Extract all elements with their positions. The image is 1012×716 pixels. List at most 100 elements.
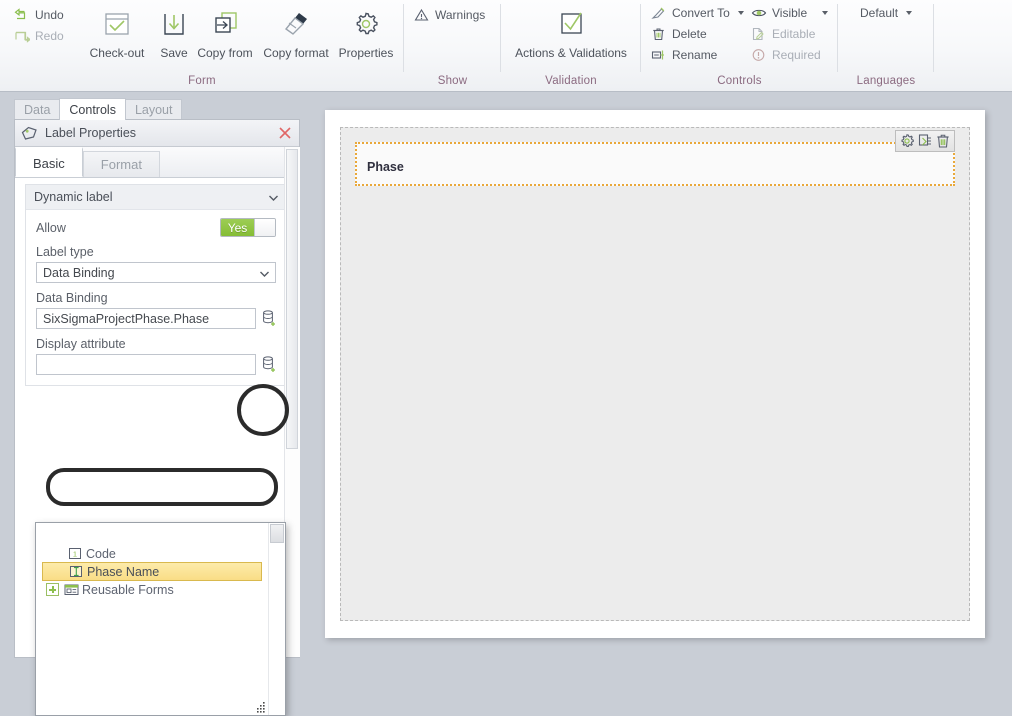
redo-button[interactable]: Redo [14,29,64,43]
ribbon-group-controls-label: Controls [717,75,762,87]
panel-scrollbar-thumb[interactable] [286,149,298,449]
label-tag-icon [21,126,38,141]
check-out-label: Check-out [89,46,145,60]
required-label: Required [772,48,821,62]
check-out-icon [82,4,152,44]
tree-item-reusable-forms-label: Reusable Forms [82,582,174,597]
text-attribute-icon [69,565,83,578]
convert-to-icon [651,6,667,20]
close-icon[interactable] [277,125,293,141]
tab-controls[interactable]: Controls [59,98,126,120]
properties-label: Properties [338,46,394,60]
visible-label: Visible [772,6,808,20]
tab-layout[interactable]: Layout [124,99,183,120]
trash-icon [651,27,667,41]
chevron-down-icon [260,266,269,280]
actions-validations-button[interactable]: Actions & Validations [501,4,641,60]
gear-icon[interactable] [899,133,915,149]
chevron-down-icon[interactable] [269,190,278,204]
convert-to-label: Convert To [672,6,730,20]
ribbon-group-form: Undo Redo Check-out Save Copy from Copy … [0,0,404,92]
trash-icon[interactable] [935,133,951,149]
section-header[interactable]: Dynamic label [26,185,286,210]
undo-button[interactable]: Undo [14,8,64,22]
check-out-button[interactable]: Check-out [82,4,152,60]
editable-icon [751,27,767,41]
data-binding-picker-icon[interactable] [262,310,276,327]
save-icon [150,4,198,44]
tree-item-phase-name-label: Phase Name [87,564,160,579]
copy-from-label: Copy from [197,46,253,60]
tab-controls-label: Controls [69,103,116,117]
display-attribute-input[interactable] [36,354,256,375]
allow-label: Allow [36,220,66,235]
copy-format-icon [258,4,334,44]
checkbox-check-icon [501,4,641,44]
popup-scrollbar-thumb[interactable] [270,524,284,543]
ribbon-toolbar: Undo Redo Check-out Save Copy from Copy … [0,0,1012,92]
warnings-button[interactable]: Warnings [414,8,485,22]
label-widget[interactable]: Phase [355,130,955,186]
pane-tabstrip: Data Controls Layout [14,98,183,120]
save-button[interactable]: Save [150,4,198,60]
display-attribute-picker-icon[interactable] [262,356,276,373]
subtab-format[interactable]: Format [82,151,160,177]
copy-from-button[interactable]: Copy from [192,4,258,60]
divider [933,4,934,72]
data-binding-input[interactable]: SixSigmaProjectPhase.Phase [36,308,256,329]
convert-to-button[interactable]: Convert To [651,6,744,20]
expand-icon[interactable] [46,583,59,596]
number-attribute-icon: 1 [68,547,82,560]
ribbon-group-validation-label: Validation [545,75,597,87]
form-canvas-area: Phase [300,92,1012,663]
panel-scrollbar[interactable] [284,147,300,657]
panel-title: Label Properties [45,126,137,140]
resize-grip[interactable] [255,702,266,713]
tree-item-code[interactable]: 1 Code [36,545,268,562]
tree-item-phase-name[interactable]: Phase Name [42,562,262,581]
section-body: Allow Yes Label type Data Binding Data B… [26,210,286,385]
editable-button[interactable]: Editable [751,27,815,41]
panel-header: Label Properties [15,120,299,147]
subtab-basic-label: Basic [33,156,65,171]
undo-label: Undo [35,8,64,22]
ribbon-group-languages-label: Languages [856,75,916,87]
subtab-basic[interactable]: Basic [15,147,83,177]
visible-button[interactable]: Visible [751,6,829,20]
tab-data[interactable]: Data [14,99,61,120]
properties-button[interactable]: Properties [332,4,400,60]
ribbon-group-controls: Convert To Delete Rename Visible Editabl… [641,0,838,92]
duplicate-icon[interactable] [917,133,933,149]
rename-label: Rename [672,48,718,62]
ribbon-group-validation: Actions & Validations Validation [501,0,641,92]
default-language-button[interactable]: Default [860,6,913,20]
copy-format-button[interactable]: Copy format [258,4,334,60]
redo-icon [14,29,31,43]
tree-item-code-label: Code [86,546,116,561]
popup-scrollbar[interactable] [268,523,285,715]
label-type-select[interactable]: Data Binding [36,262,276,283]
ribbon-group-show: Warnings Show [404,0,501,92]
dynamic-label-section: Dynamic label Allow Yes Label type Data … [25,184,287,386]
warnings-label: Warnings [435,8,486,22]
ribbon-group-form-label: Form [188,75,216,87]
rename-button[interactable]: Rename [651,48,717,62]
default-language-label: Default [860,6,899,20]
save-label: Save [160,46,188,60]
allow-toggle[interactable]: Yes [220,218,276,237]
application-window: Undo Redo Check-out Save Copy from Copy … [0,0,1012,716]
label-type-label: Label type [36,245,94,259]
editable-label: Editable [772,27,816,41]
tree-item-reusable-forms[interactable]: Reusable Forms [36,581,268,598]
ribbon-group-show-label: Show [437,75,468,87]
required-button[interactable]: Required [751,48,821,62]
copy-from-icon [192,4,258,44]
tab-layout-label: Layout [134,103,173,117]
widget-toolbar [895,130,955,152]
allow-toggle-knob [254,219,275,236]
form-container: Phase [340,127,970,621]
chevron-down-icon [906,11,913,15]
allow-row: Allow Yes [36,218,276,237]
allow-toggle-value: Yes [221,219,254,236]
delete-button[interactable]: Delete [651,27,707,41]
